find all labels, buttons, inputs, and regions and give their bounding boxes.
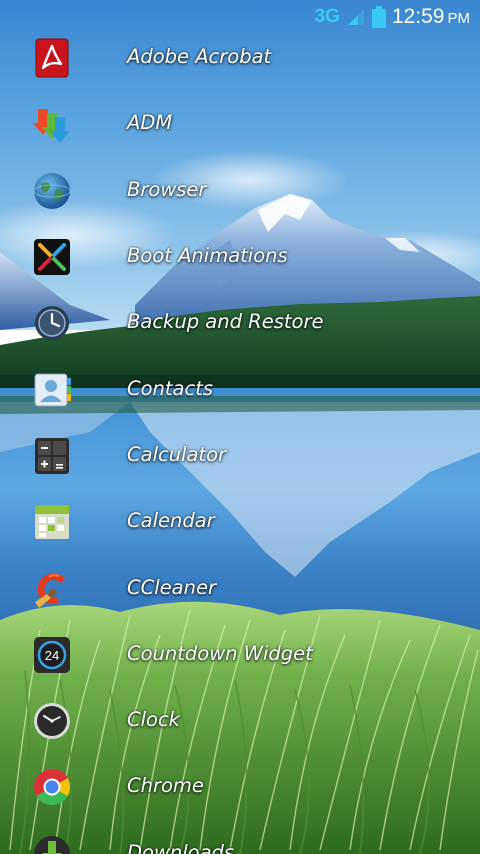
adm-icon [33,109,70,144]
app-item-boot-animations[interactable]: Boot Animations [0,223,480,289]
app-item-chrome[interactable]: Chrome [0,753,480,819]
countdown-icon: 24 [34,636,70,673]
app-item-backup-and-restore[interactable]: Backup and Restore [0,289,480,355]
app-label: Boot Animations [127,244,288,268]
app-label: Browser [127,177,207,201]
app-label: Chrome [127,774,204,798]
app-label: Backup and Restore [127,310,324,334]
calendar-icon [35,505,69,540]
countdown-badge: 24 [45,648,59,663]
app-label: Downloads [127,840,235,854]
app-label: ADM [127,111,173,135]
app-label: Calculator [127,442,227,466]
app-label: Clock [127,708,180,732]
clock-icon [34,703,70,740]
download-icon [34,835,70,854]
calculator-icon [35,437,69,474]
globe-icon [33,172,71,209]
app-list: Adobe Acrobat ADM Browser Boot Animation… [0,24,480,854]
app-item-adm[interactable]: ADM [0,90,480,156]
adobe-acrobat-icon [35,38,69,78]
app-label: Countdown Widget [127,641,313,665]
app-item-adobe-acrobat[interactable]: Adobe Acrobat [0,24,480,90]
app-item-ccleaner[interactable]: CCleaner [0,554,480,620]
contacts-icon [34,373,71,407]
chrome-icon [34,769,71,806]
app-item-calendar[interactable]: Calendar [0,488,480,554]
app-item-countdown-widget[interactable]: 24 Countdown Widget [0,621,480,687]
app-label: Contacts [127,376,214,400]
app-label: Calendar [127,509,215,533]
app-item-clock[interactable]: Clock [0,687,480,753]
app-item-calculator[interactable]: Calculator [0,422,480,488]
app-label: CCleaner [127,575,216,599]
backup-clock-icon [35,306,69,341]
app-item-contacts[interactable]: Contacts [0,355,480,421]
app-label: Adobe Acrobat [127,45,272,69]
app-drawer-screen: 3G 12:59 PM Adobe Acrobat ADM Browser Bo… [0,0,480,854]
boot-animations-icon [34,239,70,276]
app-item-browser[interactable]: Browser [0,157,480,223]
ccleaner-icon [35,572,65,608]
app-item-downloads[interactable]: Downloads [0,820,480,854]
